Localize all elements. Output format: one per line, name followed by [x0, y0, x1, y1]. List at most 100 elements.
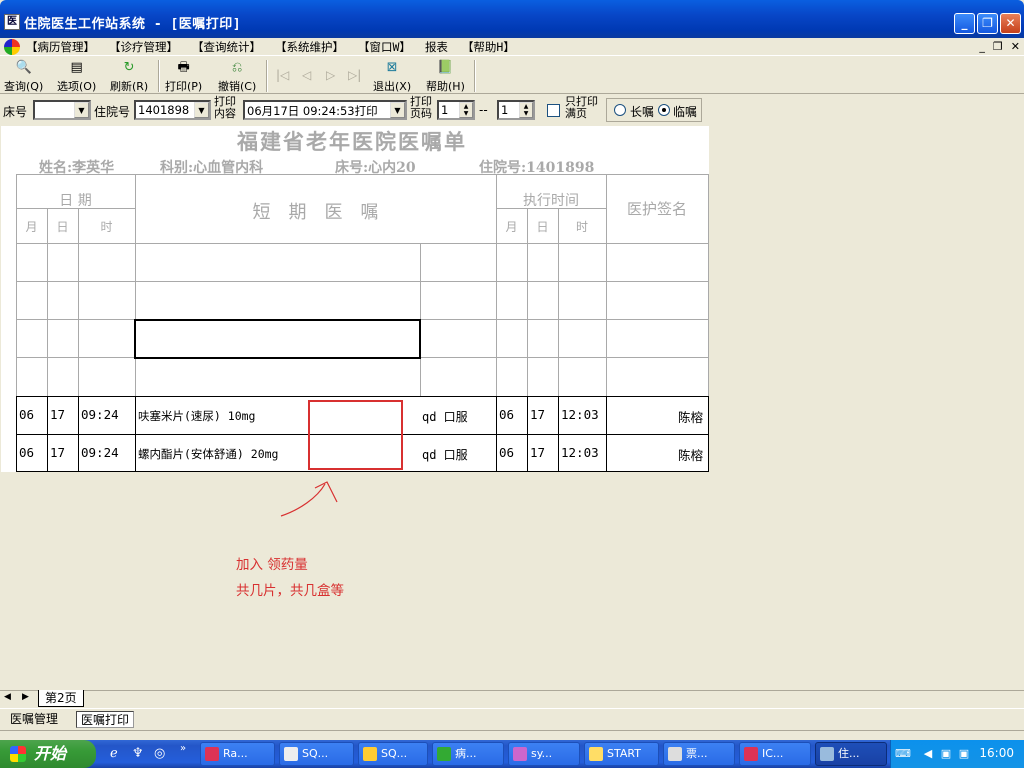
status-bar	[0, 730, 1024, 740]
menu-bar: 【病历管理】 【诊疗管理】 【查询统计】 【系统维护】 【窗口W】 报表 【帮助…	[0, 38, 1024, 56]
menu-record-management[interactable]: 【病历管理】	[26, 39, 95, 55]
row2-exec-time: 12:03	[561, 445, 599, 460]
tab-order-print[interactable]: 医嘱打印	[76, 711, 135, 728]
mdi-minimize-button[interactable]: _	[979, 40, 985, 53]
refresh-button[interactable]: ↻ 刷新(R)	[110, 59, 148, 93]
restore-button[interactable]: ❐	[977, 13, 998, 34]
title-bar[interactable]: 医 住院医生工作站系统 - [医嘱打印] _ ❐ ✕	[0, 0, 1024, 38]
last-page-icon[interactable]: ▷|	[348, 68, 361, 82]
task-ic[interactable]: IC...	[739, 742, 811, 766]
network-icon[interactable]: ▣	[939, 747, 953, 761]
row2-day: 17	[50, 445, 66, 460]
options-button[interactable]: ▤ 选项(O)	[57, 59, 96, 93]
header-short-term-orders: 短 期 医 嘱	[252, 202, 379, 223]
row1-exec-time: 12:03	[561, 407, 599, 422]
page-to-stepper[interactable]: 1 ▲ ▼	[497, 100, 535, 120]
task-bing[interactable]: 病...	[432, 742, 504, 766]
task-sq-2[interactable]: SQ...	[358, 742, 428, 766]
header-date: 日 期	[59, 193, 92, 209]
menu-system-maintenance[interactable]: 【系统维护】	[275, 39, 344, 55]
tray-expand-icon[interactable]: ◀	[921, 747, 935, 761]
task-hospital-workstation[interactable]: 住...	[815, 742, 887, 766]
header-exec-day: 日	[536, 220, 549, 234]
task-ra[interactable]: Ra...	[200, 742, 275, 766]
print-content-select[interactable]: 06月17日 09:24:53打印 ▼	[243, 100, 407, 120]
sheet-tab-bar: ◀ ▶ 第2页	[0, 690, 1024, 707]
sheet-next-icon[interactable]: ▶	[22, 692, 29, 702]
menu-report[interactable]: 报表	[425, 39, 448, 55]
first-page-icon[interactable]: |◁	[276, 68, 289, 82]
app-icon: 医	[4, 14, 20, 30]
next-page-icon[interactable]: ▷	[326, 68, 335, 82]
mdi-child-icon[interactable]	[4, 39, 20, 55]
ie-icon[interactable]: ℯ	[110, 746, 118, 761]
selected-empty-cell[interactable]	[134, 319, 421, 359]
row2-exec-month: 06	[499, 445, 515, 460]
document-tab-bar: 医嘱管理 医嘱打印	[0, 708, 1024, 729]
window-title: 住院医生工作站系统 - [医嘱打印]	[24, 17, 242, 32]
mdi-restore-button[interactable]: ❐	[993, 40, 1003, 53]
row2-drug: 螺内酯片(安体舒通) 20mg	[138, 447, 279, 461]
long-term-radio[interactable]	[614, 104, 626, 116]
help-button[interactable]: 📗 帮助(H)	[426, 59, 465, 93]
exit-button[interactable]: ⊠ 退出(X)	[373, 59, 411, 93]
minimize-button[interactable]: _	[954, 13, 975, 34]
app-icon	[744, 747, 758, 761]
prev-page-icon[interactable]: ◁	[302, 68, 311, 82]
row2-time: 09:24	[81, 445, 119, 460]
quicklaunch-icon[interactable]: ♆	[132, 746, 144, 761]
page-separator: --	[479, 103, 488, 117]
dropdown-arrow-icon[interactable]: ▼	[194, 102, 209, 118]
bed-select[interactable]: ▼	[33, 100, 91, 120]
menu-treatment-management[interactable]: 【诊疗管理】	[109, 39, 178, 55]
task-ticket[interactable]: 票...	[663, 742, 735, 766]
temporary-radio[interactable]	[658, 104, 670, 116]
task-sq-1[interactable]: SQ...	[279, 742, 354, 766]
temporary-label: 临嘱	[673, 105, 698, 119]
start-button[interactable]: 开始	[0, 740, 96, 768]
close-button[interactable]: ✕	[1000, 13, 1021, 34]
dropdown-arrow-icon[interactable]: ▼	[74, 102, 89, 118]
row1-exec-day: 17	[530, 407, 546, 422]
spin-arrows-icon[interactable]: ▲ ▼	[519, 102, 533, 118]
cancel-button[interactable]: ⎌ 撤销(C)	[218, 59, 256, 93]
print-preview-area: 福建省老年医院医嘱单 姓名:李英华 科别:心血管内科 床号:心内20 住院号:1…	[1, 126, 1021, 690]
dropdown-arrow-icon[interactable]: ▼	[390, 102, 405, 118]
mdi-close-button[interactable]: ✕	[1011, 40, 1020, 53]
print-content-label: 打印 内容	[214, 95, 236, 120]
windows-flag-icon	[10, 746, 26, 762]
row2-month: 06	[19, 445, 35, 460]
query-button[interactable]: 🔍 查询(Q)	[4, 59, 43, 93]
menu-help[interactable]: 【帮助H】	[462, 39, 515, 55]
tab-order-management[interactable]: 医嘱管理	[6, 711, 62, 728]
row2-signature: 陈榕	[678, 448, 704, 463]
order-sheet-page: 福建省老年医院医嘱单 姓名:李英华 科别:心血管内科 床号:心内20 住院号:1…	[1, 126, 709, 472]
print-button[interactable]: 🖶 打印(P)	[165, 59, 202, 93]
header-time: 时	[100, 220, 113, 234]
bed-label: 床号	[3, 105, 28, 119]
long-term-label: 长嘱	[630, 105, 655, 119]
annotation-line-2: 共几片，共几盒等	[236, 583, 344, 599]
printer-icon: 🖶	[177, 60, 190, 75]
menu-query-statistics[interactable]: 【查询统计】	[192, 39, 261, 55]
sheet-prev-icon[interactable]: ◀	[4, 692, 11, 702]
filter-bar: 床号 ▼ 住院号 1401898 ▼ 打印 内容 06月17日 09:24:53…	[0, 95, 1024, 125]
keyboard-icon[interactable]: ⌨	[895, 747, 911, 761]
task-start-folder[interactable]: START	[584, 742, 659, 766]
row2-exec-day: 17	[530, 445, 546, 460]
admission-select[interactable]: 1401898 ▼	[134, 100, 211, 120]
toolbar-separator	[266, 60, 268, 92]
quicklaunch-icon-2[interactable]: ◎	[154, 746, 165, 761]
task-sy[interactable]: sy...	[508, 742, 580, 766]
annotation-line-1: 加入 领药量	[236, 557, 308, 573]
sheet-tab-page-2[interactable]: 第2页	[38, 690, 84, 707]
network-icon-2[interactable]: ▣	[957, 747, 971, 761]
full-page-checkbox[interactable]	[547, 104, 560, 117]
spin-arrows-icon[interactable]: ▲ ▼	[459, 102, 473, 118]
page-from-stepper[interactable]: 1 ▲ ▼	[437, 100, 475, 120]
header-signature: 医护签名	[626, 200, 687, 218]
full-page-label: 只打印 满页	[565, 95, 598, 120]
quicklaunch-more-icon[interactable]: »	[180, 743, 186, 754]
page-label: 打印 页码	[410, 95, 432, 120]
menu-window[interactable]: 【窗口W】	[358, 39, 411, 55]
